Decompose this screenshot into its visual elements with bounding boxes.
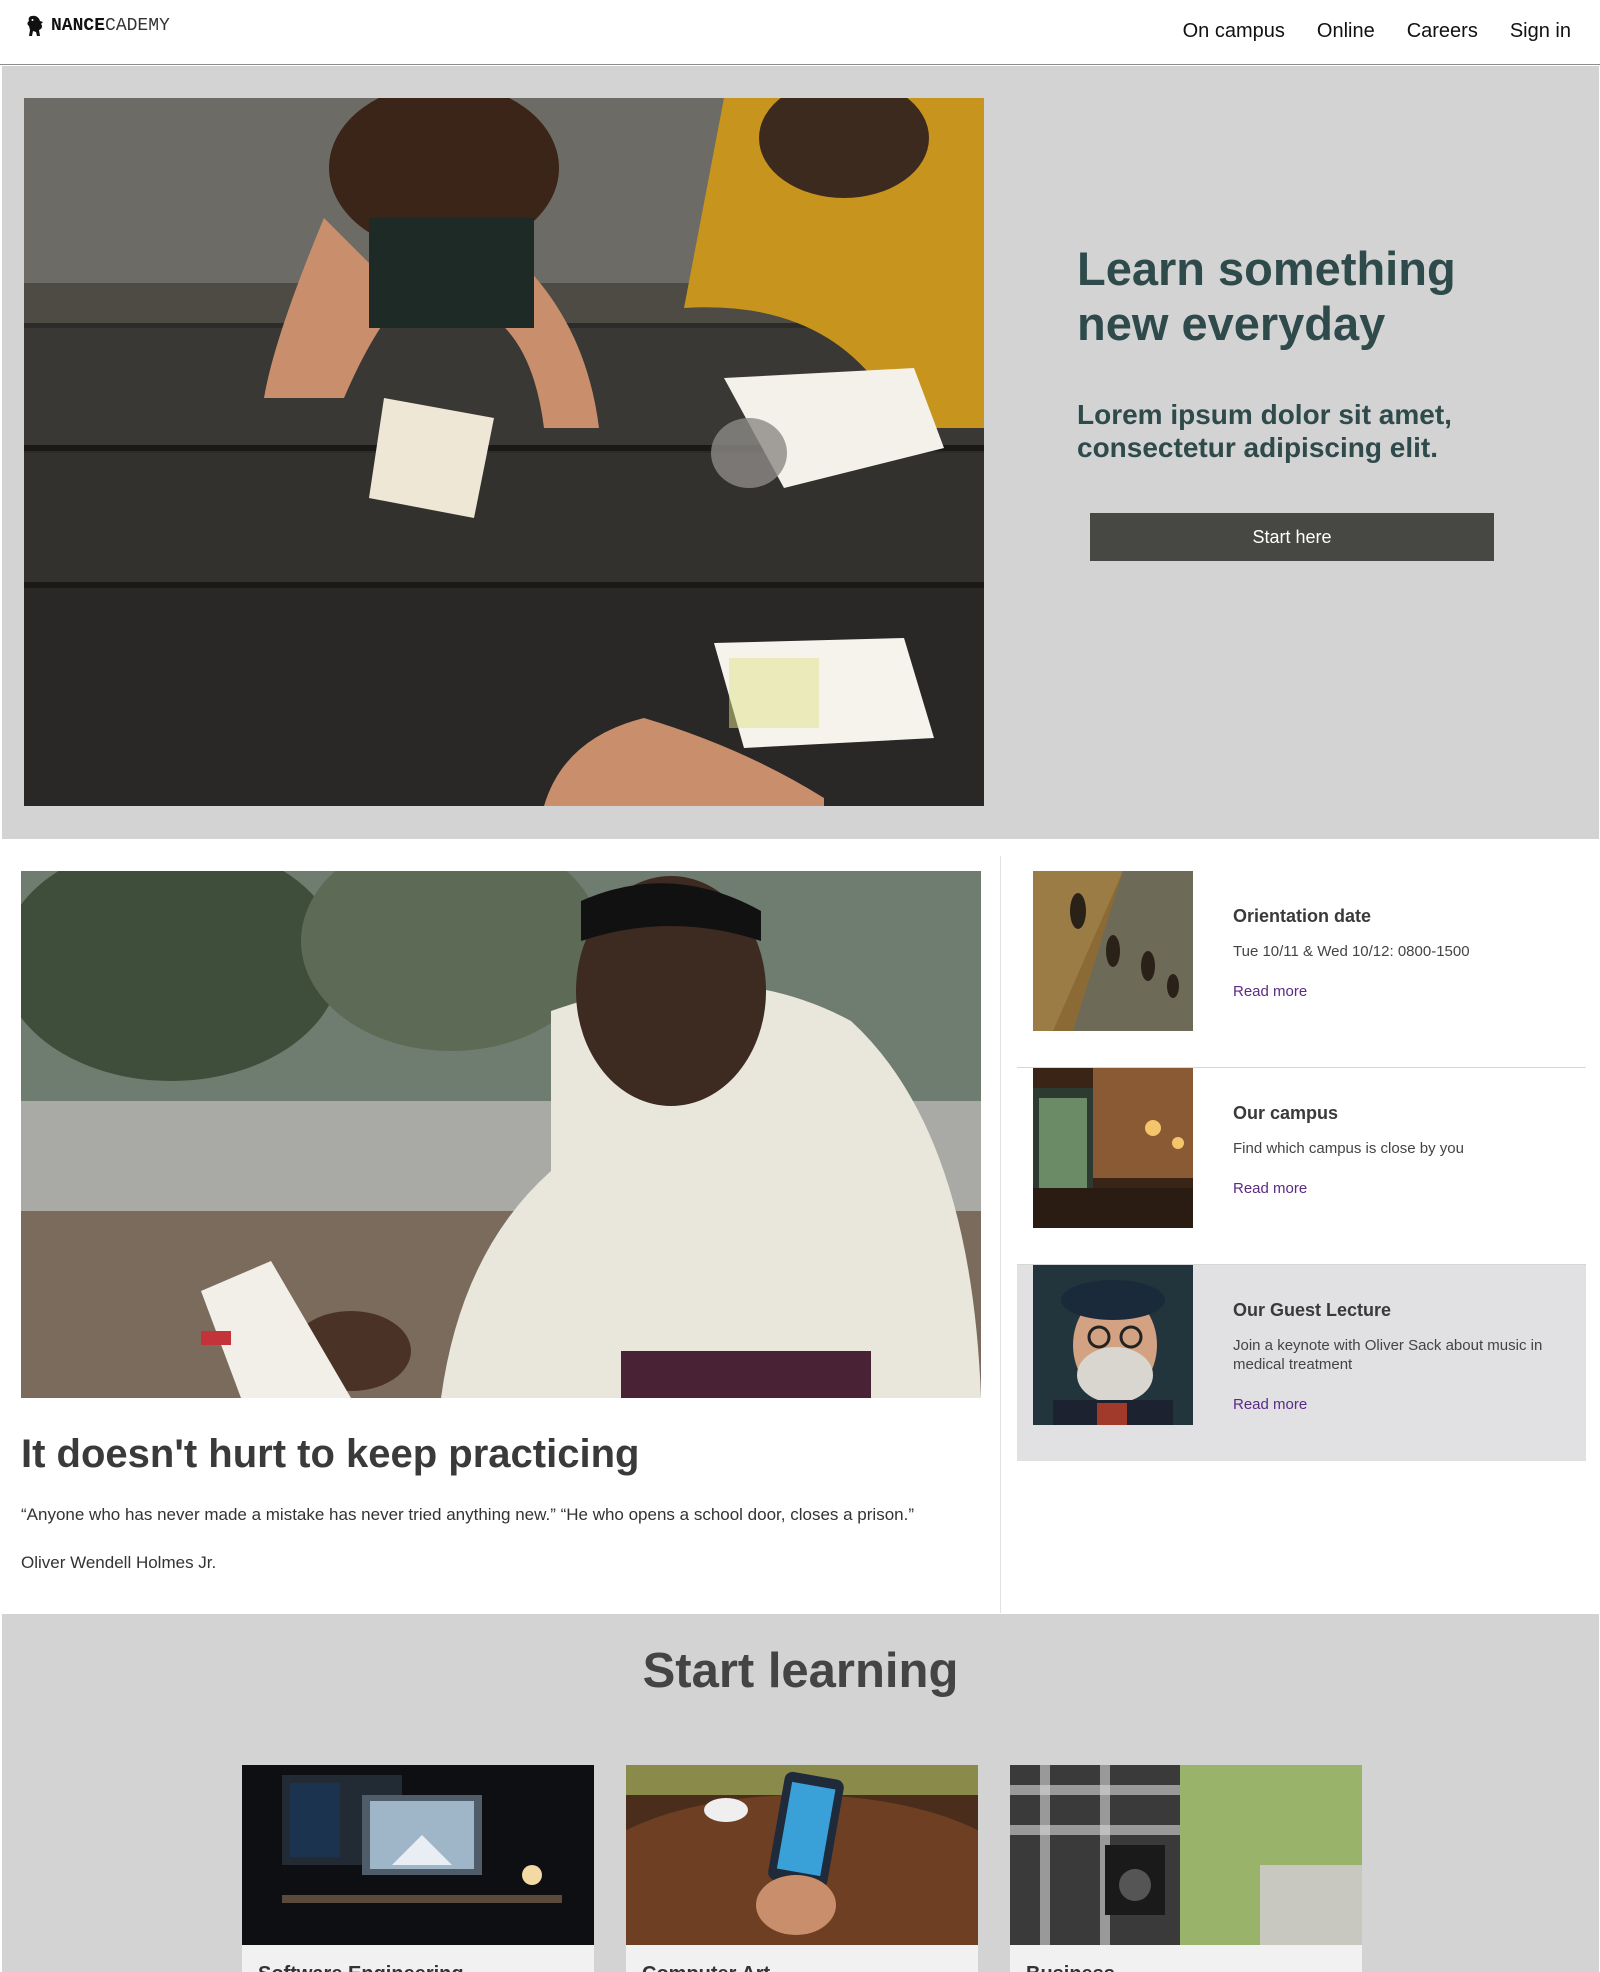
computer-desk-photo — [242, 1765, 594, 1945]
feature-quote: “Anyone who has never made a mistake has… — [21, 1505, 914, 1524]
hero-image — [24, 98, 984, 806]
students-studying-photo — [24, 98, 984, 806]
phone-in-hand-photo — [626, 1765, 978, 1945]
nav-online[interactable]: Online — [1317, 20, 1375, 43]
man-reading-photo — [21, 871, 981, 1398]
nav-on-campus[interactable]: On campus — [1183, 20, 1285, 43]
main-nav: On campus Online Careers Sign in — [1151, 20, 1571, 43]
start-learning-title: Start learning — [642, 1644, 959, 1698]
course-thumbnail — [1010, 1765, 1362, 1945]
feature-title: It doesn't hurt to keep practicing — [21, 1432, 640, 1476]
side-card-description: Join a keynote with Oliver Sack about mu… — [1233, 1337, 1543, 1373]
hero-subtitle: Lorem ipsum dolor sit amet, consectetur … — [1077, 399, 1452, 463]
course-title: Business — [1010, 1945, 1362, 1972]
side-card-thumbnail — [1033, 1265, 1193, 1425]
camera-plaid-shirt-photo — [1010, 1765, 1362, 1945]
start-here-button[interactable]: Start here — [1090, 513, 1494, 561]
side-card-body: Our campus Find which campus is close by… — [1233, 1103, 1573, 1198]
feature-author: Oliver Wendell Holmes Jr. — [21, 1553, 217, 1572]
course-card-computer-art[interactable]: Computer Art — [626, 1765, 978, 1972]
side-card-description: Find which campus is close by you — [1233, 1140, 1464, 1157]
side-card-thumbnail — [1033, 871, 1193, 1031]
nav-careers[interactable]: Careers — [1407, 20, 1478, 43]
course-title: Computer Art — [626, 1945, 978, 1972]
read-more-link[interactable]: Read more — [1233, 983, 1307, 1000]
nav-sign-in[interactable]: Sign in — [1510, 20, 1571, 43]
side-card-body: Orientation date Tue 10/11 & Wed 10/12: … — [1233, 906, 1573, 1001]
campus-interior-photo — [1033, 1068, 1193, 1228]
side-card-title: Our campus — [1233, 1103, 1339, 1123]
side-card-campus: Our campus Find which campus is close by… — [1017, 1068, 1586, 1265]
brand-name-light: CADEMY — [105, 16, 170, 36]
side-card-orientation: Orientation date Tue 10/11 & Wed 10/12: … — [1017, 871, 1586, 1068]
top-navigation-bar: NANCECADEMY On campus Online Careers Sig… — [0, 0, 1600, 65]
course-thumbnail — [626, 1765, 978, 1945]
course-title: Software Engineering — [242, 1945, 594, 1972]
brand-logo[interactable]: NANCECADEMY — [26, 14, 170, 38]
lion-logo-icon — [27, 15, 43, 36]
read-more-link[interactable]: Read more — [1233, 1396, 1307, 1413]
side-card-guest-lecture: Our Guest Lecture Join a keynote with Ol… — [1017, 1265, 1586, 1461]
side-card-thumbnail — [1033, 1068, 1193, 1228]
course-card-software-engineering[interactable]: Software Engineering — [242, 1765, 594, 1972]
course-thumbnail — [242, 1765, 594, 1945]
brand-name-bold: NANCE — [51, 16, 106, 36]
feature-image — [21, 871, 981, 1398]
column-divider — [1000, 856, 1001, 1613]
hero-text-block: Learn something new everyday Lorem ipsum… — [1077, 241, 1547, 464]
side-card-body: Our Guest Lecture Join a keynote with Ol… — [1233, 1300, 1573, 1414]
course-card-business[interactable]: Business — [1010, 1765, 1362, 1972]
aerial-walkers-photo — [1033, 871, 1193, 1031]
read-more-link[interactable]: Read more — [1233, 1180, 1307, 1197]
brand-name: NANCECADEMY — [51, 16, 170, 36]
side-card-title: Orientation date — [1233, 906, 1372, 926]
hero-section: Learn something new everyday Lorem ipsum… — [2, 66, 1599, 839]
side-card-title: Our Guest Lecture — [1233, 1300, 1392, 1320]
hero-title: Learn something new everyday — [1077, 242, 1456, 350]
start-learning-section: Start learning Software Engineering — [2, 1614, 1599, 1972]
guest-lecturer-photo — [1033, 1265, 1193, 1425]
side-card-description: Tue 10/11 & Wed 10/12: 0800-1500 — [1233, 943, 1470, 960]
